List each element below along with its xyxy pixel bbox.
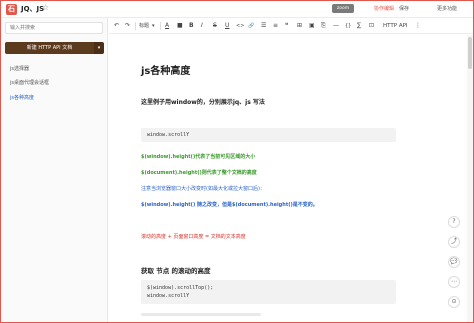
document-editor[interactable]: js各种高度 这里例子用window的，分别展示jq、js 写法 window.… [109,35,467,322]
attachment-icon[interactable]: ⎘ [321,22,326,30]
editor-toolbar: ↶ ↷ 标题 ▾ A ■ B I S U <> 🔗 ☰ ≡ ❝ ⊞ ▣ ⎘ — … [109,18,473,34]
background-color-icon[interactable]: ■ [177,22,183,30]
subheading: 获取 节点 的滚动的高度 [141,267,211,275]
green-text-line: $(document).height()则代表了整个文档的高度 [141,170,257,176]
code-block: $(window).scrollTop(); window.scrollY [141,280,396,304]
sidebar: 新建 HTTP API 文档 ▾ js选择器 js桌面代理会话框 js各种高度 [1,18,108,322]
document-title[interactable]: JQ、JS [21,4,44,14]
comment-icon[interactable]: 💬 [448,256,460,268]
bold-icon[interactable]: B [189,22,194,30]
table-icon[interactable]: ⊞ [297,22,302,30]
quote-icon[interactable]: ❝ [285,22,288,30]
new-http-api-doc-button[interactable]: 新建 HTTP API 文档 [5,42,94,54]
horizontal-rule-icon[interactable]: — [333,22,339,30]
star-icon[interactable]: ☆ [42,3,49,12]
toolbar-divider [135,22,136,30]
underline-icon[interactable]: U [225,22,229,30]
font-color-icon[interactable]: A [165,22,169,30]
intro-paragraph: 这里例子用window的，分别展示jq、js 写法 [141,99,265,106]
placeholder-line [141,313,261,316]
sidebar-item-js-dialog[interactable]: js桌面代理会话框 [10,79,49,86]
zoom-tooltip: zoom [332,4,354,13]
settings-icon[interactable]: ⊙ [448,296,460,308]
more-functions-link[interactable]: 更多功能 [437,5,457,12]
heading-select[interactable]: 标题 [139,22,149,30]
help-icon[interactable]: ? [448,216,460,228]
code-block: window.scrollY [141,128,396,142]
green-text-line: $(window).height()代表了当前可见区域的大小 [141,154,256,160]
code-block-icon[interactable]: {} [345,22,351,30]
sidebar-item-js-selector[interactable]: js选择器 [10,65,29,72]
save-link[interactable]: 保存 [399,5,409,12]
app-window: 石 JQ、JS ☆ zoom 协作编辑 保存 更多功能 新建 HTTP API … [0,0,474,323]
strikethrough-icon[interactable]: S [213,22,217,30]
toolbar-divider [160,22,161,30]
sidebar-item-js-heights[interactable]: js各种高度 [10,94,34,101]
top-bar: 石 JQ、JS ☆ zoom 协作编辑 保存 更多功能 [1,1,473,18]
more-actions-icon[interactable]: ⋯ [448,276,460,288]
bullet-list-icon[interactable]: ☰ [261,22,266,30]
blue-bold-line: $(window).height() 随之改变，但是$(document).he… [141,202,318,208]
app-logo-icon: 石 [6,4,17,15]
http-api-button[interactable]: HTTP API [383,22,408,30]
code-line: $(window).scrollTop(); [147,285,214,291]
inline-code-icon[interactable]: <> [236,22,244,30]
redo-icon[interactable]: ↷ [125,22,130,30]
search-input[interactable] [5,22,103,34]
collaborate-link[interactable]: 协作编辑 [374,5,394,12]
chevron-down-icon[interactable]: ▾ [94,42,104,54]
red-formula-line: 滚动的高度 + 页面窗口高度 = 文档的文本高度 [141,234,246,240]
blue-note-line: 注意当浏览器窗口大小改变时(如最大化或拉大窗口后)： [141,186,265,192]
share-icon[interactable]: ⤴ [448,236,460,248]
chevron-down-icon[interactable]: ▾ [152,22,155,30]
scrollbar-track[interactable] [467,35,473,322]
formula-icon[interactable]: ∑ [357,22,361,30]
map-icon[interactable]: ⊡ [369,22,374,30]
more-icon[interactable]: ⋮ [415,22,421,30]
link-icon[interactable]: 🔗 [248,22,254,30]
document-heading: js各种高度 [141,66,191,77]
undo-icon[interactable]: ↶ [114,22,119,30]
scrollbar-thumb[interactable] [468,37,472,69]
image-icon[interactable]: ▣ [309,22,315,30]
numbered-list-icon[interactable]: ≡ [273,22,278,30]
italic-icon[interactable]: I [201,22,203,30]
code-line: window.scrollY [147,293,190,299]
